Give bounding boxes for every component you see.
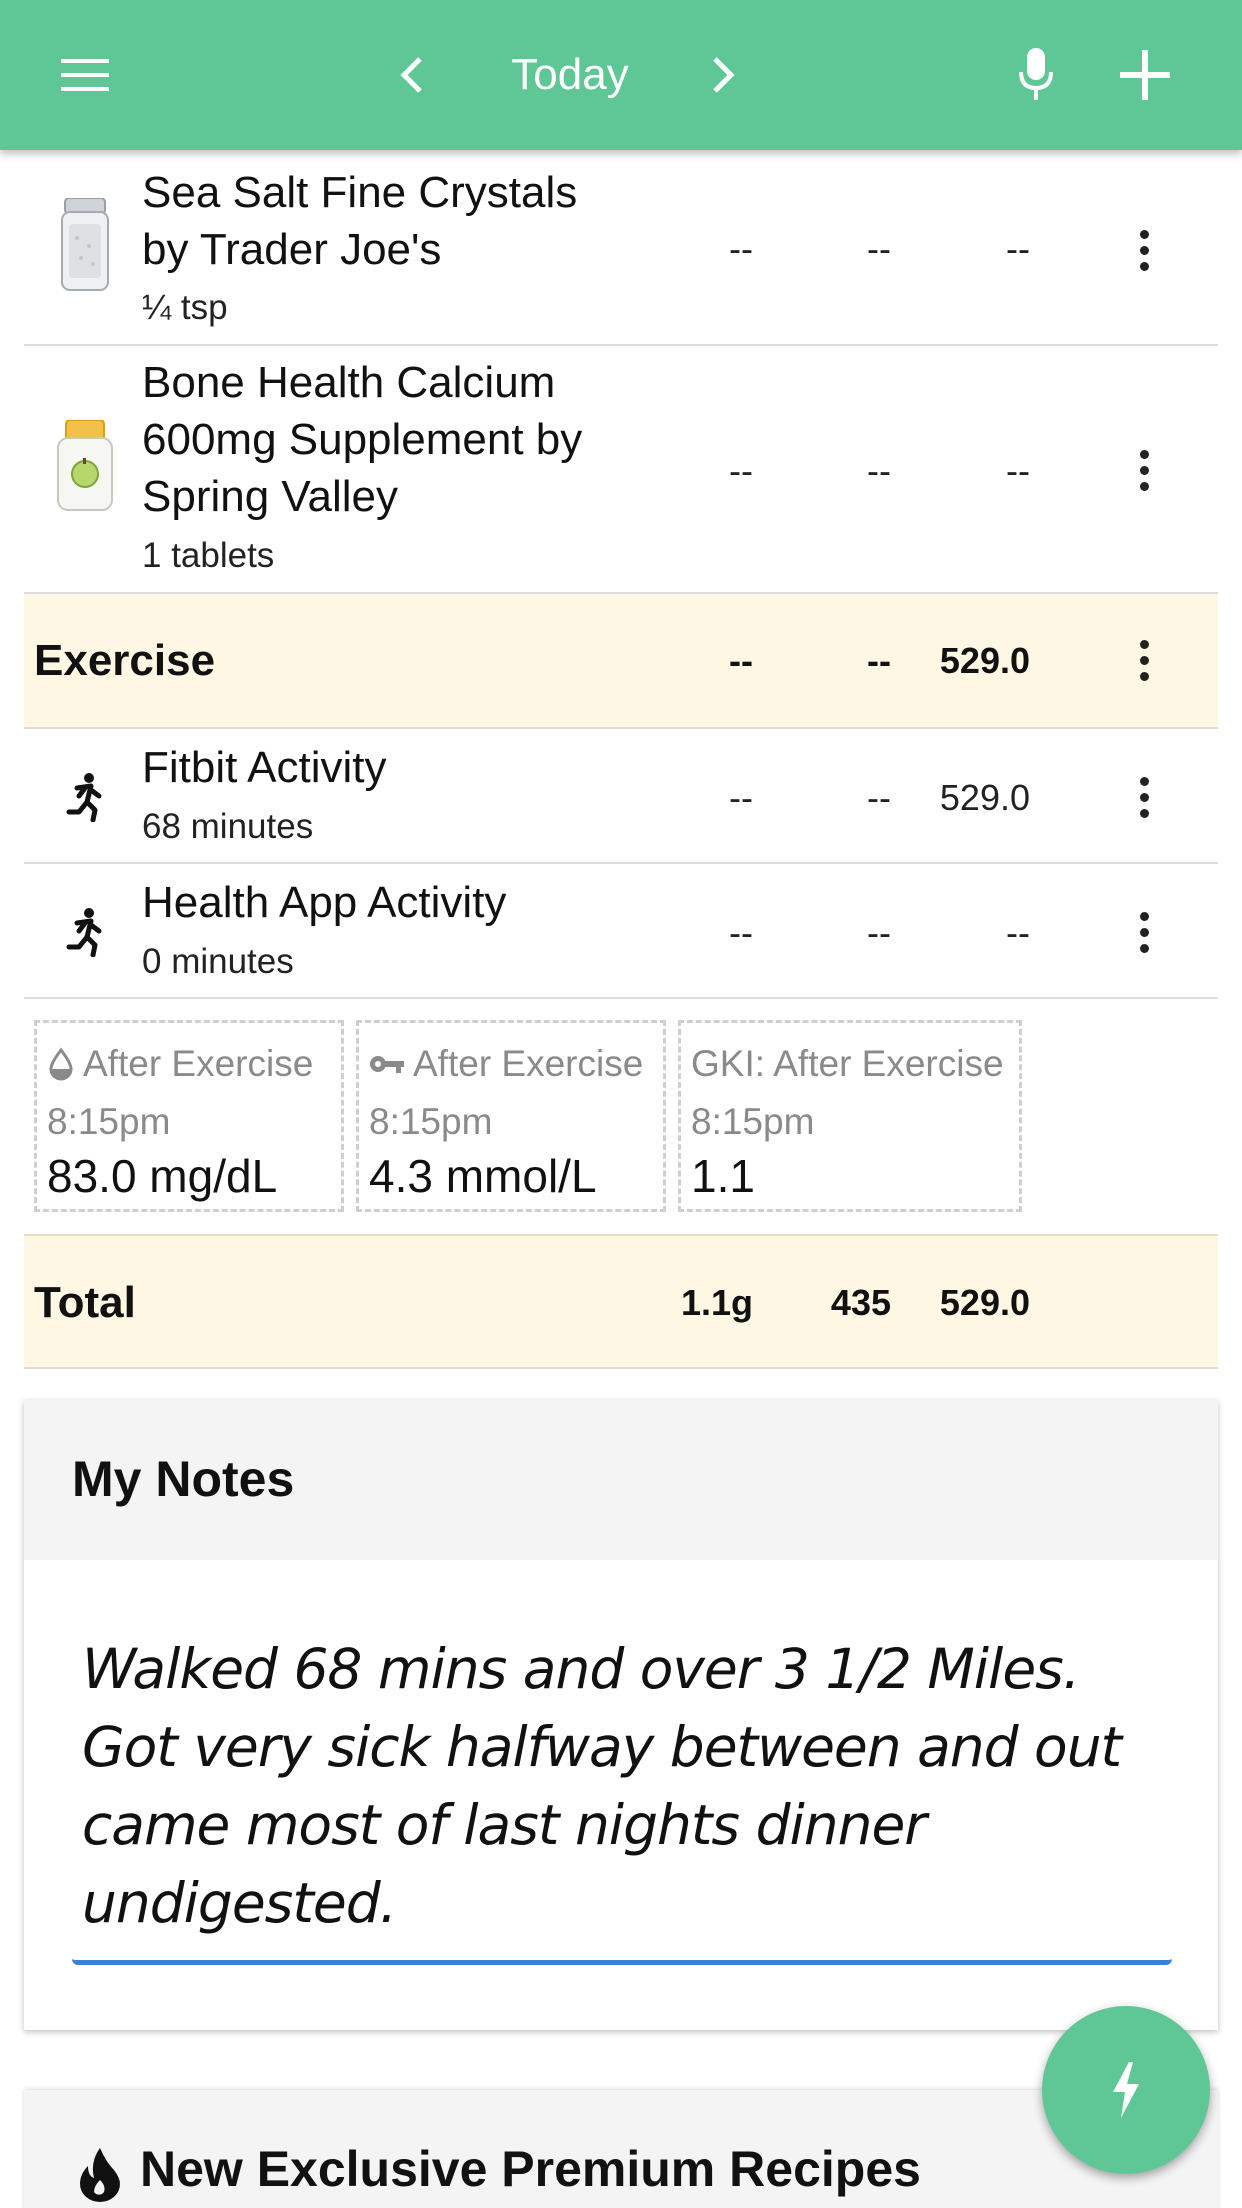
col1-value: -- <box>729 228 753 269</box>
total-row: Total 1.1g 435 529.0 <box>24 1234 1218 1369</box>
drop-icon <box>49 1047 73 1081</box>
quick-add-button[interactable] <box>1042 2006 1210 2174</box>
running-icon <box>50 765 120 829</box>
more-options-icon[interactable] <box>1124 902 1164 962</box>
more-options-icon[interactable] <box>1124 220 1164 280</box>
measurement-label: After Exercise <box>369 1043 643 1085</box>
col1-value: -- <box>729 640 753 681</box>
gki-measurement-card[interactable]: GKI: After Exercise 8:15pm 1.1 <box>678 1020 1022 1212</box>
notes-card: My Notes Walked 68 mins and over 3 1/2 M… <box>24 1400 1218 2030</box>
section-title: Exercise <box>34 636 216 685</box>
col1-value: -- <box>729 912 753 953</box>
measurement-time: 8:15pm <box>369 1101 493 1142</box>
col1-value: -- <box>729 450 753 491</box>
exercise-section-header[interactable]: Exercise -- -- 529.0 <box>24 594 1218 729</box>
more-options-icon[interactable] <box>1124 767 1164 827</box>
col2-value: -- <box>867 912 891 953</box>
measurement-label-text: After Exercise <box>413 1043 644 1084</box>
more-options-icon[interactable] <box>1124 630 1164 690</box>
lightning-icon <box>1113 2062 1139 2118</box>
flame-icon <box>80 2148 120 2202</box>
notes-textarea[interactable]: Walked 68 mins and over 3 1/2 Miles. Got… <box>72 1600 1172 1965</box>
measurement-time: 8:15pm <box>691 1101 815 1142</box>
premium-title: New Exclusive Premium Recipes <box>140 2141 921 2197</box>
measurement-value: 83.0 mg/dL <box>47 1150 278 1202</box>
col2-value: -- <box>867 228 891 269</box>
measurement-label-text: After Exercise <box>83 1043 314 1084</box>
item-title-line: Bone Health Calcium <box>142 358 556 407</box>
measurement-value: 4.3 mmol/L <box>369 1150 597 1202</box>
col2-value: -- <box>867 640 891 681</box>
notes-title: My Notes <box>72 1451 295 1507</box>
salt-jar-icon <box>50 195 120 295</box>
item-serving: ¼ tsp <box>142 288 228 327</box>
item-title-line: 600mg Supplement by <box>142 415 583 464</box>
item-duration: 0 minutes <box>142 942 294 981</box>
supplement-bottle-icon <box>50 416 120 516</box>
list-item[interactable]: Bone Health Calcium 600mg Supplement by … <box>24 346 1218 594</box>
item-title: Fitbit Activity <box>142 743 387 792</box>
col3-value: -- <box>1006 912 1030 953</box>
date-title[interactable]: Today <box>470 38 670 112</box>
more-options-icon[interactable] <box>1124 440 1164 500</box>
item-title-line: Spring Valley <box>142 472 398 521</box>
item-title: Health App Activity <box>142 878 507 927</box>
item-title: Bone Health Calcium 600mg Supplement by … <box>142 354 582 525</box>
ketone-measurement-card[interactable]: After Exercise 8:15pm 4.3 mmol/L <box>356 1020 666 1212</box>
list-item[interactable]: Health App Activity 0 minutes -- -- -- <box>24 864 1218 999</box>
measurement-value: 1.1 <box>691 1150 755 1202</box>
measurement-label-text: GKI: After Exercise <box>691 1043 1004 1084</box>
notes-header: My Notes <box>24 1400 1218 1560</box>
key-icon <box>370 1056 404 1073</box>
plus-icon[interactable] <box>1105 35 1185 115</box>
col3-value: -- <box>1006 450 1030 491</box>
item-title-line: by Trader Joe's <box>142 225 442 274</box>
menu-icon[interactable] <box>45 35 125 115</box>
list-item[interactable]: Fitbit Activity 68 minutes -- -- 529.0 <box>24 729 1218 864</box>
glucose-measurement-card[interactable]: After Exercise 8:15pm 83.0 mg/dL <box>34 1020 344 1212</box>
total-col1-value: 1.1g <box>680 1282 753 1323</box>
total-col2-value: 435 <box>830 1282 891 1323</box>
top-app-bar: Today <box>0 0 1242 150</box>
col2-value: -- <box>867 450 891 491</box>
item-serving: 1 tablets <box>142 536 275 575</box>
chevron-right-icon[interactable] <box>683 35 763 115</box>
measurement-label: GKI: After Exercise <box>691 1043 1004 1085</box>
list-item[interactable]: Sea Salt Fine Crystals by Trader Joe's ¼… <box>24 150 1218 346</box>
col3-value: 529.0 <box>939 640 1030 681</box>
running-icon <box>50 900 120 964</box>
col3-value: 529.0 <box>939 777 1030 818</box>
item-title: Sea Salt Fine Crystals by Trader Joe's <box>142 164 577 278</box>
col2-value: -- <box>867 777 891 818</box>
notes-text: Walked 68 mins and over 3 1/2 Miles. Got… <box>82 1637 1122 1935</box>
item-duration: 68 minutes <box>142 807 314 846</box>
total-col3-value: 529.0 <box>939 1282 1030 1323</box>
col1-value: -- <box>729 777 753 818</box>
chevron-left-icon[interactable] <box>372 35 452 115</box>
item-title-line: Sea Salt Fine Crystals <box>142 168 578 217</box>
premium-recipes-card[interactable]: New Exclusive Premium Recipes <box>24 2090 1218 2208</box>
total-label: Total <box>34 1278 136 1327</box>
measurement-label: After Exercise <box>47 1043 313 1085</box>
measurement-time: 8:15pm <box>47 1101 171 1142</box>
microphone-icon[interactable] <box>996 35 1076 115</box>
col3-value: -- <box>1006 228 1030 269</box>
